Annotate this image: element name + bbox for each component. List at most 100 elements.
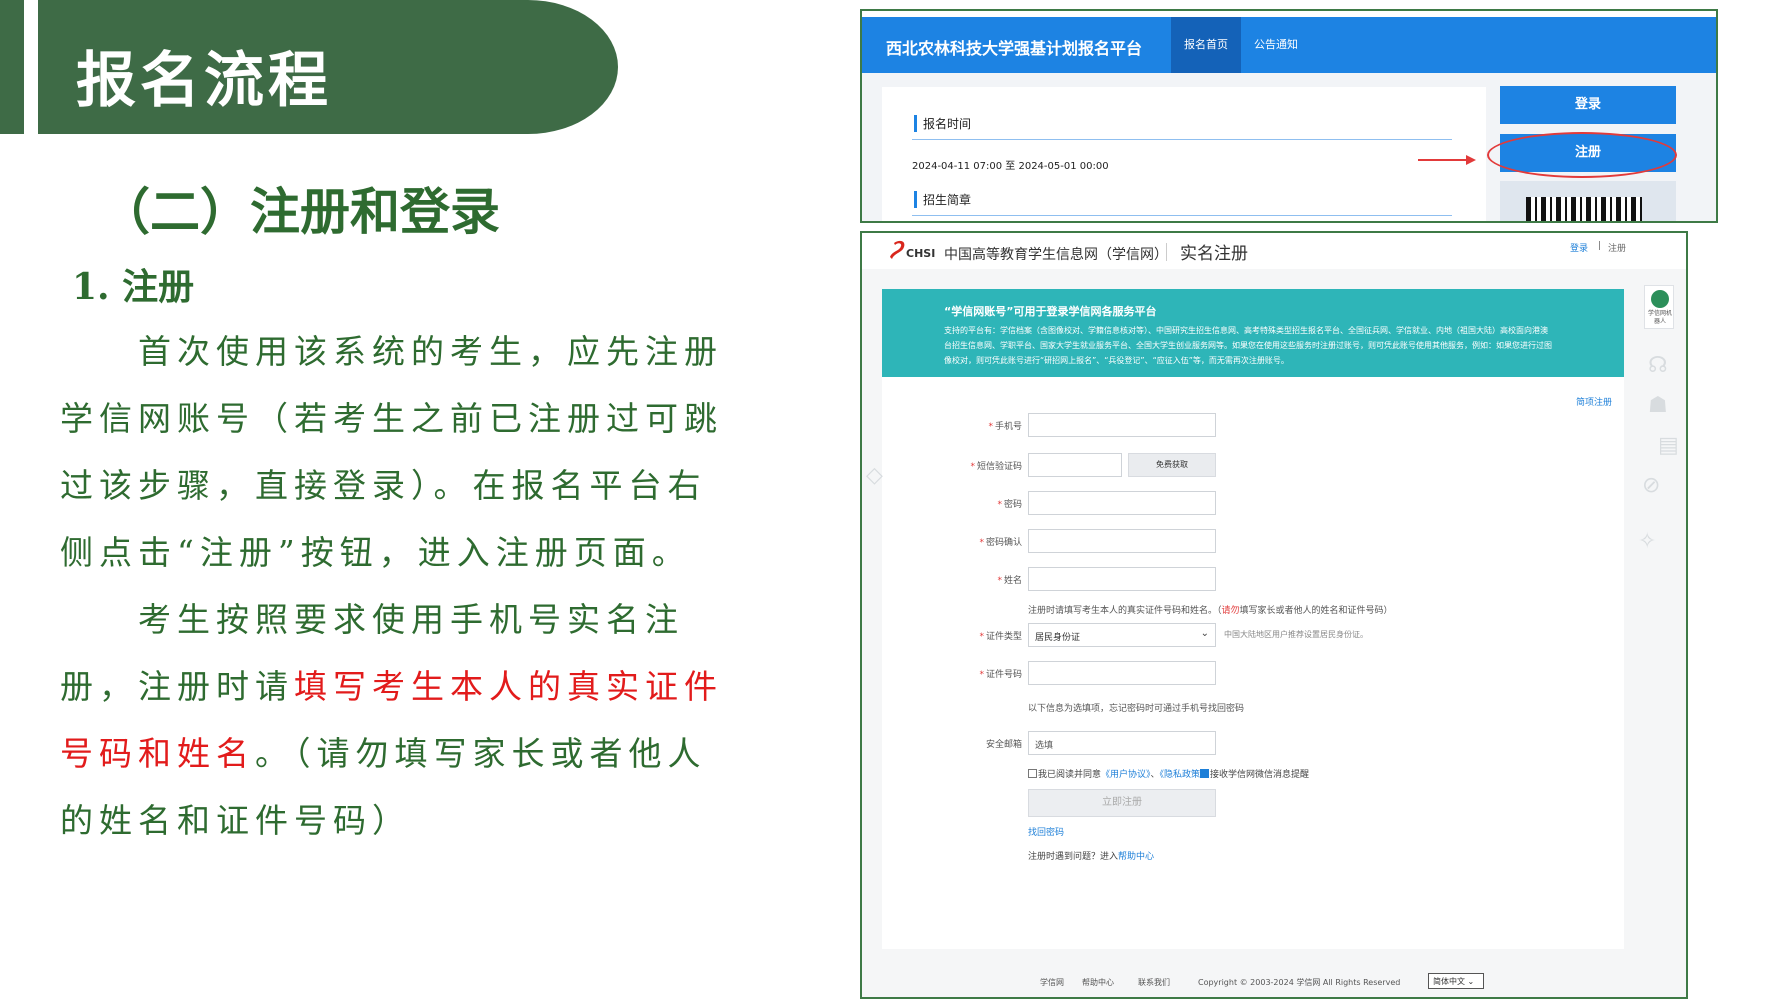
label-password-confirm-text: 密码确认 bbox=[985, 538, 1022, 548]
name-input[interactable] bbox=[1028, 567, 1216, 591]
label-password-confirm: * 密码确认 bbox=[882, 535, 1022, 548]
help-text: 注册时遇到问题？进入帮助中心 bbox=[1028, 849, 1154, 862]
required-star: * bbox=[979, 538, 984, 548]
nav-tab-home[interactable]: 报名首页 bbox=[1171, 17, 1241, 73]
real-name-note-a: 注册时请填写考生本人的真实证件号码和姓名。（ bbox=[1028, 606, 1222, 616]
required-star: * bbox=[979, 670, 984, 680]
chsi-footer: 学信网 帮助中心 联系我们 Copyright © 2003-2024 学信网 … bbox=[862, 963, 1686, 997]
platform-brand: 西北农林科技大学强基计划报名平台 bbox=[886, 39, 1143, 58]
section-guide-heading[interactable]: 招生简章 bbox=[914, 191, 971, 208]
section-time-heading: 报名时间 bbox=[914, 115, 971, 132]
robot-icon bbox=[1651, 290, 1669, 308]
divider bbox=[912, 139, 1452, 140]
chsi-page-name: 实名注册 bbox=[1180, 244, 1248, 264]
highlight-ellipse bbox=[1487, 132, 1677, 178]
real-name-note: 注册时请填写考生本人的真实证件号码和姓名。（请勿填写家长或者他人的姓名和证件号码… bbox=[1028, 603, 1393, 616]
required-star: * bbox=[979, 632, 984, 642]
platform-navbar: 西北农林科技大学强基计划报名平台 报名首页 公告通知 bbox=[862, 17, 1716, 73]
chevron-down-icon: ⌄ bbox=[1467, 977, 1475, 986]
register-panel: “学信网账号”可用于登录学信网各服务平台 支持的平台有：学信档案（含图像校对、学… bbox=[882, 289, 1624, 949]
optional-note: 以下信息为选填项，忘记密码时可通过手机号找回密码 bbox=[1028, 704, 1245, 714]
sms-code-input[interactable] bbox=[1028, 453, 1122, 477]
footer-contact-link[interactable]: 联系我们 bbox=[1138, 977, 1170, 988]
slide-title: 报名流程 bbox=[76, 46, 332, 116]
stethoscope-deco-icon: ☊ bbox=[1648, 353, 1668, 378]
paragraph-1: 首次使用该系统的考生，应先注册学信网账号（若考生之前已注册过可跳过该步骤，直接登… bbox=[60, 318, 730, 586]
footer-xxw-link[interactable]: 学信网 bbox=[1040, 977, 1064, 988]
pill-deco-icon: ⊘ bbox=[1642, 473, 1661, 498]
label-sms: * 短信验证码 bbox=[882, 459, 1022, 472]
agree-text-a: 我已阅读并同意 bbox=[1038, 770, 1102, 780]
paragraph-1-text: 首次使用该系统的考生，应先注册学信网账号（若考生之前已注册过可跳过该步骤，直接登… bbox=[60, 332, 723, 572]
label-id-number: * 证件号码 bbox=[882, 667, 1022, 680]
user-agreement-link[interactable]: 《用户协议》 bbox=[1101, 770, 1151, 780]
label-id-number-text: 证件号码 bbox=[985, 670, 1022, 680]
help-center-link[interactable]: 帮助中心 bbox=[1118, 852, 1154, 862]
find-password-link[interactable]: 找回密码 bbox=[1028, 825, 1064, 838]
paragraph-2: 考生按照要求使用手机号实名注册，注册时请填写考生本人的真实证件号码和姓名。（请勿… bbox=[60, 586, 730, 854]
registration-time: 2024-04-11 07:00 至 2024-05-01 00:00 bbox=[912, 161, 1109, 172]
platform-screenshot: 西北农林科技大学强基计划报名平台 报名首页 公告通知 报名时间 2024-04-… bbox=[860, 9, 1718, 223]
label-sms-text: 短信验证码 bbox=[976, 462, 1022, 472]
get-sms-code-button[interactable]: 免费获取 bbox=[1128, 453, 1216, 477]
header-divider bbox=[1166, 243, 1167, 261]
label-phone-text: 手机号 bbox=[994, 422, 1022, 432]
real-name-note-b: 填写家长或者他人的姓名和证件号码） bbox=[1239, 606, 1393, 616]
label-id-type: * 证件类型 bbox=[882, 629, 1022, 642]
label-id-type-text: 证件类型 bbox=[985, 632, 1022, 642]
label-password: * 密码 bbox=[882, 497, 1022, 510]
label-name: * 姓名 bbox=[882, 573, 1022, 586]
wechat-checkbox[interactable] bbox=[1200, 769, 1209, 778]
login-button[interactable]: 登录 bbox=[1500, 86, 1676, 124]
chsi-logo-text: CHSI bbox=[906, 247, 936, 260]
id-type-value: 居民身份证 bbox=[1035, 633, 1081, 643]
chevron-down-icon: ⌄ bbox=[1200, 628, 1209, 639]
slide-subtitle: （二）注册和登录 bbox=[100, 183, 500, 241]
required-star: * bbox=[988, 422, 993, 432]
id-type-hint: 中国大陆地区用户推荐设置居民身份证。 bbox=[1224, 630, 1368, 639]
banner-title: “学信网账号”可用于登录学信网各服务平台 bbox=[944, 305, 1157, 318]
id-number-input[interactable] bbox=[1028, 661, 1216, 685]
id-type-select[interactable]: 居民身份证 ⌄ bbox=[1028, 623, 1216, 647]
chsi-screenshot: CHSI 中国高等教育学生信息网（学信网） 实名注册 登录 | 注册 “学信网账… bbox=[860, 231, 1688, 999]
email-input[interactable]: 选填 bbox=[1028, 731, 1216, 755]
chsi-header: CHSI 中国高等教育学生信息网（学信网） 实名注册 登录 | 注册 bbox=[862, 233, 1686, 269]
agree-checkbox[interactable] bbox=[1028, 769, 1037, 778]
label-email-text: 安全邮箱 bbox=[985, 740, 1022, 750]
chsi-site-name[interactable]: 中国高等教育学生信息网（学信网） bbox=[944, 244, 1168, 264]
agree-text: 我已阅读并同意《用户协议》、《隐私政策》 bbox=[1038, 767, 1209, 780]
hat-deco-icon: ☗ bbox=[1648, 393, 1668, 418]
agree-sep: 、 bbox=[1150, 770, 1160, 780]
required-star: * bbox=[997, 500, 1002, 510]
top-login-link[interactable]: 登录 bbox=[1570, 241, 1588, 254]
robot-widget[interactable]: 学信网机器人 bbox=[1644, 285, 1674, 329]
stars-deco-icon: ✧ bbox=[1638, 529, 1657, 554]
banner-text: 支持的平台有：学信档案（含图像校对、学籍信息核对等）、中国研究生招生信息网、高考… bbox=[944, 326, 1552, 365]
password-input[interactable] bbox=[1028, 491, 1216, 515]
top-register-link[interactable]: 注册 bbox=[1608, 241, 1626, 254]
robot-label: 学信网机器人 bbox=[1647, 310, 1672, 325]
submit-register-button[interactable]: 立即注册 bbox=[1028, 789, 1216, 817]
simple-register-link[interactable]: 简项注册 bbox=[1576, 395, 1612, 408]
label-email: 安全邮箱 bbox=[882, 737, 1022, 750]
footer-copyright: Copyright © 2003-2024 学信网 All Rights Res… bbox=[1198, 978, 1401, 987]
tag-deco-icon: ◇ bbox=[866, 463, 883, 488]
help-text-a: 注册时遇到问题？进入 bbox=[1028, 852, 1119, 862]
phone-input[interactable] bbox=[1028, 413, 1216, 437]
real-name-note-warn: 请勿 bbox=[1221, 606, 1240, 616]
platform-info-card: 报名时间 2024-04-11 07:00 至 2024-05-01 00:00… bbox=[882, 87, 1486, 221]
left-accent-bar bbox=[0, 0, 24, 134]
label-phone: * 手机号 bbox=[882, 419, 1022, 432]
arrow-head-icon bbox=[1466, 155, 1476, 165]
required-star: * bbox=[997, 576, 1002, 586]
footer-help-link[interactable]: 帮助中心 bbox=[1082, 977, 1114, 988]
language-value: 简体中文 bbox=[1433, 977, 1465, 986]
password-confirm-input[interactable] bbox=[1028, 529, 1216, 553]
info-banner: “学信网账号”可用于登录学信网各服务平台 支持的平台有：学信档案（含图像校对、学… bbox=[882, 289, 1624, 377]
arrow-line bbox=[1418, 159, 1468, 161]
nav-tab-notice[interactable]: 公告通知 bbox=[1254, 17, 1298, 73]
label-name-text: 姓名 bbox=[1003, 576, 1022, 586]
book-deco-icon: ▤ bbox=[1658, 433, 1679, 458]
qr-code-icon bbox=[1526, 197, 1642, 221]
language-select[interactable]: 简体中文 ⌄ bbox=[1428, 973, 1484, 989]
